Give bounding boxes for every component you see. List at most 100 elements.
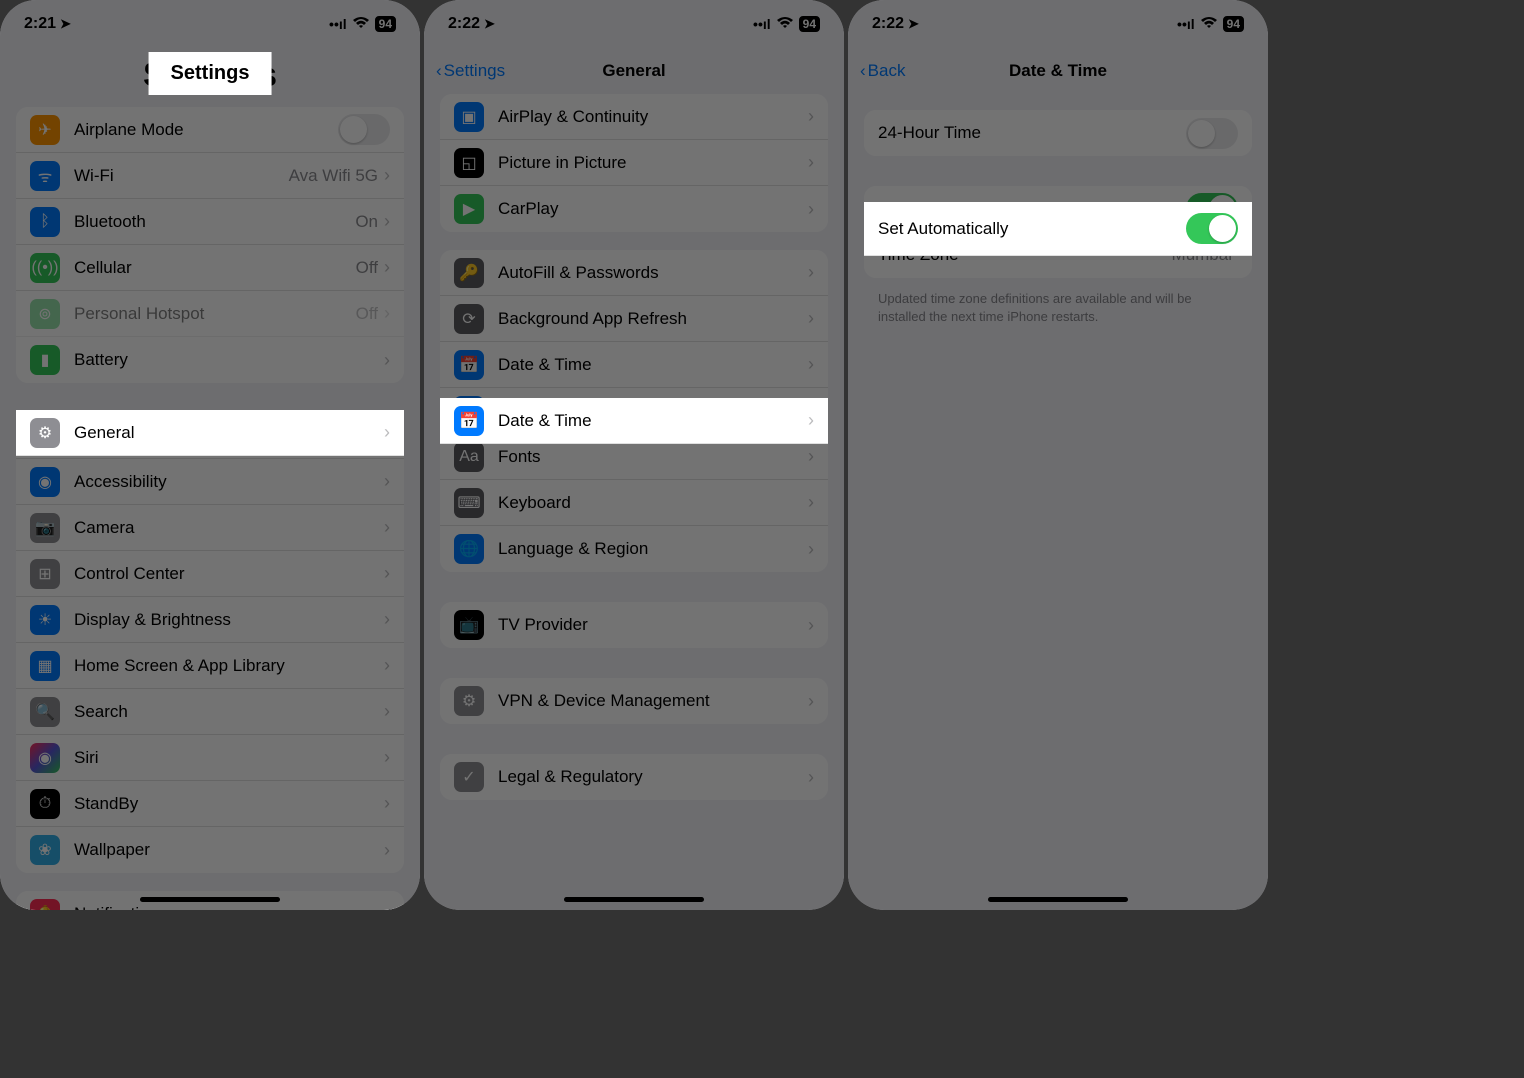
row-search[interactable]: 🔍Search› xyxy=(16,689,404,735)
row-wallpaper[interactable]: ❀Wallpaper› xyxy=(16,827,404,873)
chevron-icon: › xyxy=(808,691,814,712)
chevron-icon: › xyxy=(384,904,390,911)
chevron-icon: › xyxy=(808,106,814,127)
accessibility-icon: ◉ xyxy=(30,467,60,497)
chevron-icon: › xyxy=(384,211,390,232)
row-autofill[interactable]: 🔑AutoFill & Passwords› xyxy=(440,250,828,296)
highlight-general[interactable]: ⚙General› xyxy=(16,410,404,456)
chevron-icon: › xyxy=(808,308,814,329)
chevron-icon: › xyxy=(808,539,814,560)
row-date-time[interactable]: 📅Date & Time› xyxy=(440,342,828,388)
chevron-icon: › xyxy=(808,410,814,431)
battery-icon: 94 xyxy=(375,16,396,32)
back-button[interactable]: ‹Back xyxy=(860,61,905,81)
chevron-icon: › xyxy=(384,471,390,492)
chevron-icon: › xyxy=(384,165,390,186)
status-time: 2:22 xyxy=(448,15,480,33)
chevron-icon: › xyxy=(384,840,390,861)
airplay-icon: ▣ xyxy=(454,102,484,132)
screen-settings: 2:21➤ ••ıl 94 Settings ✈Airplane Mode ᯤW… xyxy=(0,0,420,910)
globe-icon: 🌐 xyxy=(454,534,484,564)
carplay-icon: ▶ xyxy=(454,194,484,224)
chevron-icon: › xyxy=(808,615,814,636)
chevron-icon: › xyxy=(384,257,390,278)
control-center-icon: ⊞ xyxy=(30,559,60,589)
row-background-refresh[interactable]: ⟳Background App Refresh› xyxy=(440,296,828,342)
screen-date-time: 2:22➤ ••ıl 94 ‹Back Date & Time 24-Hour T… xyxy=(848,0,1268,910)
row-legal[interactable]: ✓Legal & Regulatory› xyxy=(440,754,828,800)
wifi-row-icon: ᯤ xyxy=(30,161,60,191)
row-airplane[interactable]: ✈Airplane Mode xyxy=(16,107,404,153)
battery-icon: 94 xyxy=(799,16,820,32)
chevron-icon: › xyxy=(384,655,390,676)
highlight-title: Settings xyxy=(149,52,272,95)
row-camera[interactable]: 📷Camera› xyxy=(16,505,404,551)
camera-icon: 📷 xyxy=(30,513,60,543)
gear-icon: ⚙ xyxy=(30,418,60,448)
home-indicator[interactable] xyxy=(564,897,704,902)
status-time: 2:22 xyxy=(872,15,904,33)
row-homescreen[interactable]: ▦Home Screen & App Library› xyxy=(16,643,404,689)
wifi-icon xyxy=(353,16,369,32)
row-accessibility[interactable]: ◉Accessibility› xyxy=(16,459,404,505)
chevron-icon: › xyxy=(384,303,390,324)
row-bluetooth[interactable]: ᛒBluetoothOn› xyxy=(16,199,404,245)
back-button[interactable]: ‹Settings xyxy=(436,61,505,81)
row-carplay[interactable]: ▶CarPlay› xyxy=(440,186,828,232)
home-indicator[interactable] xyxy=(988,897,1128,902)
row-standby[interactable]: ⏱StandBy› xyxy=(16,781,404,827)
navbar: ‹Back Date & Time xyxy=(848,48,1268,94)
hotspot-icon: ⊚ xyxy=(30,299,60,329)
keyboard-icon: ⌨ xyxy=(454,488,484,518)
chevron-icon: › xyxy=(808,354,814,375)
calendar-icon: 📅 xyxy=(454,350,484,380)
tv-icon: 📺 xyxy=(454,610,484,640)
battery-icon: 94 xyxy=(1223,16,1244,32)
row-pip[interactable]: ◱Picture in Picture› xyxy=(440,140,828,186)
screen-general: 2:22➤ ••ıl94 ‹Settings General ▣AirPlay … xyxy=(424,0,844,910)
location-icon: ➤ xyxy=(60,16,71,32)
signal-icon: ••ıl xyxy=(753,16,771,32)
calendar-icon: 📅 xyxy=(454,406,484,436)
signal-icon: ••ıl xyxy=(1177,16,1195,32)
chevron-icon: › xyxy=(808,492,814,513)
row-24hour[interactable]: 24-Hour Time xyxy=(864,110,1252,156)
set-auto-toggle[interactable] xyxy=(1186,213,1238,244)
row-display[interactable]: ☀Display & Brightness› xyxy=(16,597,404,643)
chevron-icon: › xyxy=(384,517,390,538)
wifi-icon xyxy=(1201,16,1217,32)
status-bar: 2:22➤ ••ıl 94 xyxy=(848,0,1268,48)
row-language[interactable]: 🌐Language & Region› xyxy=(440,526,828,572)
row-keyboard[interactable]: ⌨Keyboard› xyxy=(440,480,828,526)
status-bar: 2:21➤ ••ıl 94 xyxy=(0,0,420,48)
row-vpn[interactable]: ⚙VPN & Device Management› xyxy=(440,678,828,724)
notifications-icon: 🔔 xyxy=(30,899,60,910)
page-title: General xyxy=(602,61,665,81)
home-indicator[interactable] xyxy=(140,897,280,902)
cellular-icon: ((•)) xyxy=(30,253,60,283)
row-control-center[interactable]: ⊞Control Center› xyxy=(16,551,404,597)
chevron-icon: › xyxy=(384,701,390,722)
chevron-icon: › xyxy=(384,350,390,371)
row-cellular[interactable]: ((•))CellularOff› xyxy=(16,245,404,291)
highlight-set-auto[interactable]: Set Automatically xyxy=(864,202,1252,256)
bluetooth-icon: ᛒ xyxy=(30,207,60,237)
row-airplay[interactable]: ▣AirPlay & Continuity› xyxy=(440,94,828,140)
highlight-date-time[interactable]: 📅Date & Time› xyxy=(440,398,828,444)
vpn-icon: ⚙ xyxy=(454,686,484,716)
chevron-icon: › xyxy=(808,262,814,283)
row-siri[interactable]: ◉Siri› xyxy=(16,735,404,781)
home-icon: ▦ xyxy=(30,651,60,681)
row-battery[interactable]: ▮Battery› xyxy=(16,337,404,383)
chevron-icon: › xyxy=(808,199,814,220)
location-icon: ➤ xyxy=(908,16,919,32)
row-tv-provider[interactable]: 📺TV Provider› xyxy=(440,602,828,648)
row-wifi[interactable]: ᯤWi-FiAva Wifi 5G› xyxy=(16,153,404,199)
timezone-note: Updated time zone definitions are availa… xyxy=(848,290,1268,326)
search-icon: 🔍 xyxy=(30,697,60,727)
fonts-icon: Aa xyxy=(454,442,484,472)
row-hotspot[interactable]: ⊚Personal HotspotOff› xyxy=(16,291,404,337)
24hour-toggle[interactable] xyxy=(1186,118,1238,149)
signal-icon: ••ıl xyxy=(329,16,347,32)
airplane-toggle[interactable] xyxy=(338,114,390,145)
